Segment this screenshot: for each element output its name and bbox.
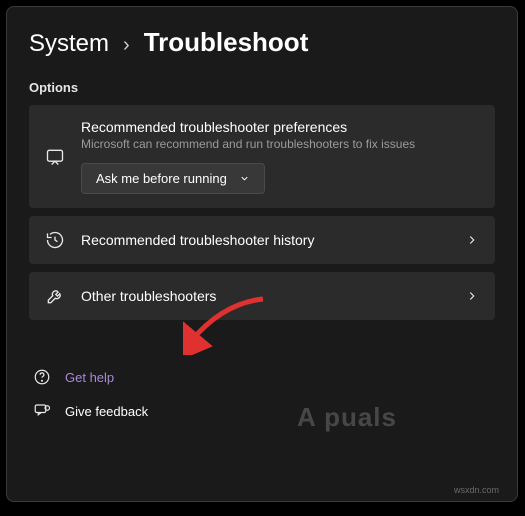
page-title: Troubleshoot (144, 27, 309, 58)
get-help-row[interactable]: Get help (29, 360, 495, 394)
breadcrumb-parent[interactable]: System (29, 30, 109, 58)
breadcrumb: System › Troubleshoot (29, 27, 495, 58)
get-help-link[interactable]: Get help (65, 370, 114, 385)
preferences-dropdown[interactable]: Ask me before running (81, 163, 265, 194)
history-icon (45, 230, 65, 250)
history-row[interactable]: Recommended troubleshooter history (29, 216, 495, 264)
settings-window: System › Troubleshoot Options Recommende… (6, 6, 518, 502)
help-icon (33, 368, 51, 386)
dropdown-value: Ask me before running (96, 171, 227, 186)
site-watermark: wsxdn.com (454, 485, 499, 495)
wrench-icon (45, 286, 65, 306)
history-title: Recommended troubleshooter history (81, 232, 449, 248)
preferences-card: Recommended troubleshooter preferences M… (29, 105, 495, 208)
footer-links: Get help Give feedback (29, 360, 495, 428)
give-feedback-link[interactable]: Give feedback (65, 404, 148, 419)
preferences-subtitle: Microsoft can recommend and run troubles… (81, 137, 479, 151)
feedback-icon (33, 402, 51, 420)
chevron-right-icon (465, 233, 479, 247)
chat-icon (45, 147, 65, 167)
chevron-right-icon (465, 289, 479, 303)
chevron-down-icon (239, 173, 250, 184)
give-feedback-row[interactable]: Give feedback (29, 394, 495, 428)
other-title: Other troubleshooters (81, 288, 449, 304)
other-troubleshooters-row[interactable]: Other troubleshooters (29, 272, 495, 320)
preferences-title: Recommended troubleshooter preferences (81, 119, 479, 135)
chevron-right-icon: › (123, 34, 130, 57)
section-label-options: Options (29, 80, 495, 95)
